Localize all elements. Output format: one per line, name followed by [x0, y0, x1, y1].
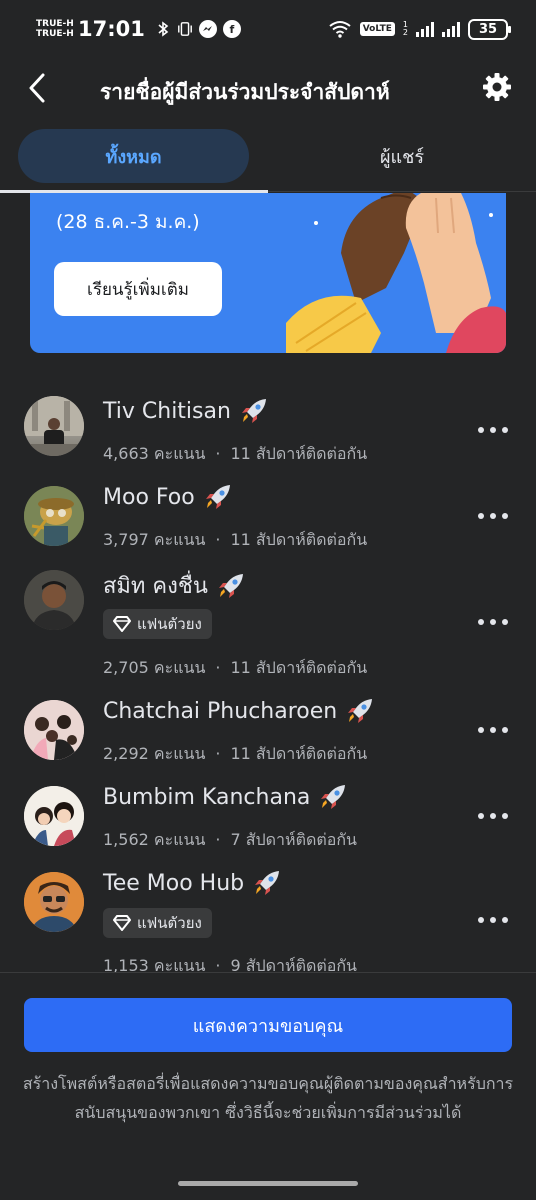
vibrate-icon	[177, 20, 193, 38]
avatar[interactable]	[24, 570, 84, 630]
badge-label: แฟนตัวยง	[137, 615, 202, 633]
clock: 17:01	[78, 17, 145, 41]
contributor-name-line: Tee Moo Hub	[103, 868, 282, 898]
more-options-button[interactable]	[478, 616, 508, 628]
carrier-labels: TRUE-H TRUE-H	[36, 19, 74, 39]
tab-sharers[interactable]: ผู้แชร์	[268, 129, 536, 183]
promo-banner: (28 ธ.ค.-3 ม.ค.) เรียนรู้เพิ่มเติม	[30, 193, 506, 353]
messenger-icon	[198, 20, 217, 38]
more-dots-icon	[478, 619, 484, 625]
avatar[interactable]	[24, 786, 84, 846]
show-appreciation-button[interactable]: แสดงความขอบคุณ	[24, 998, 512, 1052]
list-item[interactable]: Tee Moo Hub แฟนตัวยง 1,153 คะแนน · 9 สัปดา…	[0, 840, 536, 972]
contributor-name[interactable]: Bumbim Kanchana	[103, 785, 310, 810]
more-options-button[interactable]	[478, 810, 508, 822]
avatar[interactable]	[24, 872, 84, 932]
footer-panel: แสดงความขอบคุณ สร้างโพสต์หรือสตอรี่เพื่อ…	[0, 972, 536, 1200]
rocket-icon	[241, 399, 266, 423]
carrier-2: TRUE-H	[36, 29, 74, 39]
contributor-name[interactable]: สมิท คงชื่น	[103, 568, 208, 603]
rocket-icon	[348, 699, 373, 723]
more-options-button[interactable]	[478, 724, 508, 736]
more-dots-icon	[478, 427, 484, 433]
list-item[interactable]: Moo Foo 3,797 คะแนน · 11 สัปดาห์ติดต่อกัน	[0, 454, 536, 549]
contributor-name-line: Bumbim Kanchana	[103, 782, 348, 812]
chevron-left-icon	[29, 73, 45, 103]
status-bar: TRUE-H TRUE-H 17:01 f VoLTE 1 2 35	[0, 0, 536, 58]
high-five-illustration	[286, 193, 506, 353]
contributors-list: Tiv Chitisan 4,663 คะแนน · 11 สัปดาห์ติดต่…	[0, 368, 536, 972]
more-dots-icon	[478, 513, 484, 519]
contributor-name[interactable]: Tiv Chitisan	[103, 399, 231, 424]
badge-label: แฟนตัวยง	[137, 914, 202, 932]
top-fan-badge: แฟนตัวยง	[103, 609, 212, 639]
rocket-icon	[218, 573, 243, 598]
more-options-button[interactable]	[478, 914, 508, 926]
more-options-button[interactable]	[478, 510, 508, 522]
list-item[interactable]: Bumbim Kanchana 1,562 คะแนน · 7 สัปดาห์ติด…	[0, 754, 536, 849]
top-fan-badge: แฟนตัวยง	[103, 908, 212, 938]
learn-more-button[interactable]: เรียนรู้เพิ่มเติม	[54, 262, 222, 316]
list-item[interactable]: Tiv Chitisan 4,663 คะแนน · 11 สัปดาห์ติดต่…	[0, 368, 536, 463]
signal-icon-sim1	[416, 21, 434, 37]
tab-all[interactable]: ทั้งหมด	[18, 129, 249, 183]
app-header: รายชื่อผู้มีส่วนร่วมประจำสัปดาห์	[0, 58, 536, 122]
gear-icon	[483, 73, 511, 101]
page-title: รายชื่อผู้มีส่วนร่วมประจำสัปดาห์	[100, 80, 390, 104]
contributor-name[interactable]: Tee Moo Hub	[103, 871, 244, 896]
contributor-name[interactable]: Chatchai Phucharoen	[103, 699, 337, 724]
contributor-name[interactable]: Moo Foo	[103, 485, 195, 510]
facebook-icon: f	[222, 20, 241, 38]
settings-button[interactable]	[482, 72, 512, 102]
footer-description: สร้างโพสต์หรือสตอรี่เพื่อแสดงความขอบคุณผ…	[22, 1074, 514, 1122]
avatar[interactable]	[24, 396, 84, 456]
diamond-icon	[113, 616, 131, 632]
points: 1,153 คะแนน	[103, 956, 206, 972]
sim-label-2: 2	[402, 28, 408, 37]
battery-icon: 35	[468, 18, 511, 40]
carrier-1: TRUE-H	[36, 19, 74, 29]
more-dots-icon	[478, 917, 484, 923]
home-indicator[interactable]	[178, 1181, 358, 1186]
more-options-button[interactable]	[478, 424, 508, 436]
bluetooth-icon	[155, 20, 171, 38]
back-button[interactable]	[22, 70, 52, 106]
volte-icon: VoLTE	[359, 22, 395, 36]
diamond-icon	[113, 915, 131, 931]
rocket-icon	[321, 785, 346, 809]
signal-icon-sim2	[442, 21, 460, 37]
avatar[interactable]	[24, 486, 84, 546]
rocket-icon	[205, 485, 230, 509]
contributor-name-line: สมิท คงชื่น	[103, 568, 246, 603]
list-item[interactable]: สมิท คงชื่น แฟนตัวยง 2,705 คะแนน · 11 สัปด…	[0, 540, 536, 677]
notification-icons: f	[155, 20, 241, 38]
banner-dates: (28 ธ.ค.-3 ม.ค.)	[56, 211, 200, 233]
more-dots-icon	[478, 727, 484, 733]
streak: 9 สัปดาห์ติดต่อกัน	[230, 956, 357, 972]
contributor-name-line: Tiv Chitisan	[103, 396, 269, 426]
contributor-name-line: Moo Foo	[103, 482, 233, 512]
sim-indicator: 1 2	[403, 21, 408, 37]
system-icons: VoLTE 1 2 35	[328, 18, 511, 40]
rocket-icon	[255, 871, 280, 895]
tab-bar: ทั้งหมด ผู้แชร์	[0, 124, 536, 193]
list-item[interactable]: Chatchai Phucharoen 2,292 คะแนน · 11 สัปดา…	[0, 668, 536, 763]
avatar[interactable]	[24, 700, 84, 760]
wifi-icon	[328, 20, 352, 38]
contributor-name-line: Chatchai Phucharoen	[103, 696, 375, 726]
contributor-stats: 1,153 คะแนน · 9 สัปดาห์ติดต่อกัน	[103, 954, 357, 972]
more-dots-icon	[478, 813, 484, 819]
